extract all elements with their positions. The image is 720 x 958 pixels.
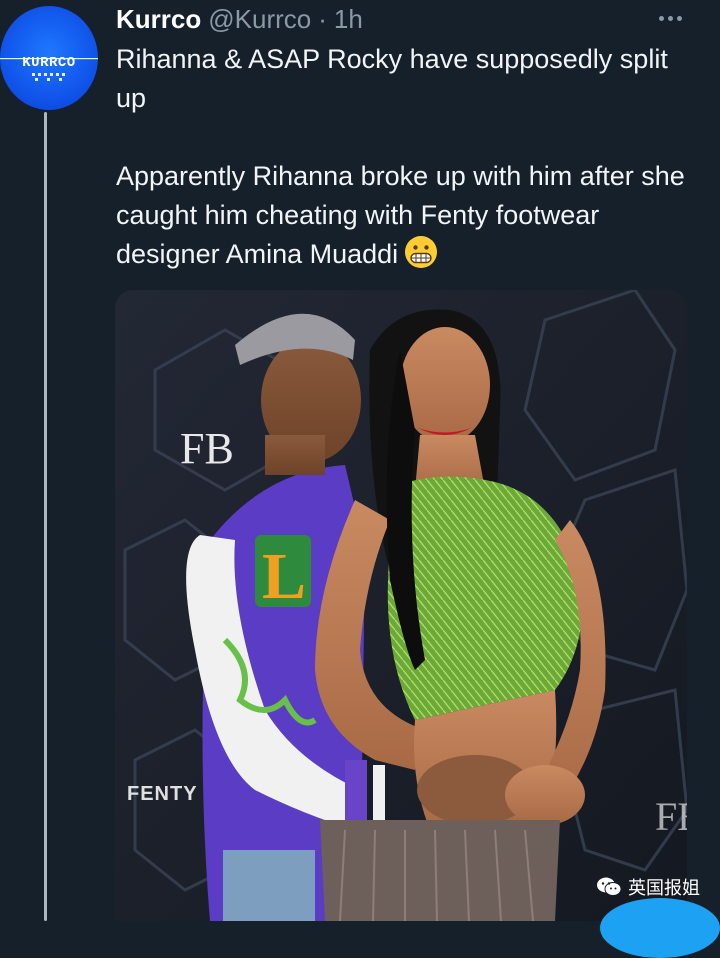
compose-button[interactable] [600,898,720,958]
user-handle[interactable]: @Kurrco [208,4,311,35]
more-dot-icon [676,15,682,21]
signage-small: FE [655,794,687,839]
tweet-text: Rihanna & ASAP Rocky have supposedly spl… [116,40,701,274]
display-name[interactable]: Kurrco [116,4,201,35]
watermark-text: 英国报姐 [628,878,700,898]
separator-dot: · [318,3,327,34]
tweet-timestamp[interactable]: 1h [334,4,363,35]
avatar[interactable]: KURRCO [0,6,98,110]
tweet-header: Kurrco @Kurrco · 1h [116,2,363,36]
tweet-text-paragraph-1: Rihanna & ASAP Rocky have supposedly spl… [116,44,668,113]
source-watermark: 英国报姐 [596,873,700,901]
more-dot-icon [667,15,673,21]
tweet-text-paragraph-2: Apparently Rihanna broke up with him aft… [116,157,701,274]
brand-logo: FB [180,424,234,473]
more-dot-icon [658,15,664,21]
jacket-letter-patch: L [262,540,306,613]
more-options-button[interactable] [650,6,690,30]
tweet-text-paragraph-2-text: Apparently Rihanna broke up with him aft… [116,161,685,269]
thread-line [44,112,47,921]
avatar-logo-text: KURRCO [22,55,75,71]
signage-fenty: FENTY [127,783,198,805]
wechat-icon [597,877,622,896]
tweet-photo[interactable]: FB FE FENTY L [115,290,687,921]
grimacing-face-emoji [405,236,438,268]
